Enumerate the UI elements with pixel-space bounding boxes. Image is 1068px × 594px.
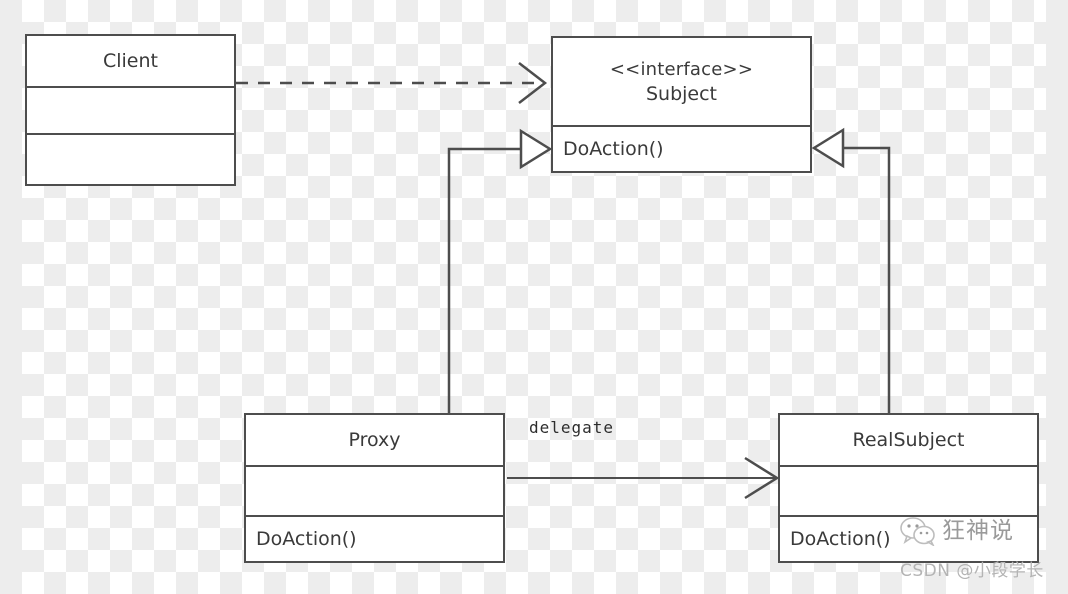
class-client-title: Client: [27, 36, 234, 86]
class-realsubject-name: RealSubject: [852, 428, 965, 451]
class-subject-name: Subject: [645, 82, 718, 105]
connector-client-to-subject: [236, 62, 548, 104]
class-proxy-operation-doaction: DoAction(): [256, 528, 357, 550]
class-client-operations: [27, 133, 234, 184]
connector-proxy-to-realsubject: [507, 456, 780, 500]
connector-proxy-realizes-subject: [447, 128, 553, 413]
connector-realsubject-realizes-subject: [811, 127, 891, 413]
class-realsubject-attributes: [780, 465, 1037, 515]
class-realsubject-operations: DoAction(): [780, 515, 1037, 561]
class-proxy-name: Proxy: [348, 428, 401, 451]
class-subject-stereotype: <<interface>>: [609, 58, 754, 80]
class-box-client[interactable]: Client: [25, 34, 236, 186]
class-subject-operation-doaction: DoAction(): [563, 138, 664, 160]
class-client-attributes: [27, 86, 234, 133]
class-subject-operations: DoAction(): [553, 125, 810, 171]
class-box-realsubject[interactable]: RealSubject DoAction(): [778, 413, 1039, 563]
class-realsubject-operation-doaction: DoAction(): [790, 528, 891, 550]
class-box-subject[interactable]: <<interface>> Subject DoAction(): [551, 36, 812, 173]
class-client-name: Client: [102, 49, 158, 72]
class-box-proxy[interactable]: Proxy DoAction(): [244, 413, 505, 563]
class-proxy-attributes: [246, 465, 503, 515]
class-proxy-title: Proxy: [246, 415, 503, 465]
class-subject-title: <<interface>> Subject: [553, 38, 810, 125]
class-realsubject-title: RealSubject: [780, 415, 1037, 465]
edge-label-delegate: delegate: [529, 418, 615, 437]
class-proxy-operations: DoAction(): [246, 515, 503, 561]
diagram-canvas: Client <<interface>> Subject DoAction() …: [0, 0, 1068, 594]
